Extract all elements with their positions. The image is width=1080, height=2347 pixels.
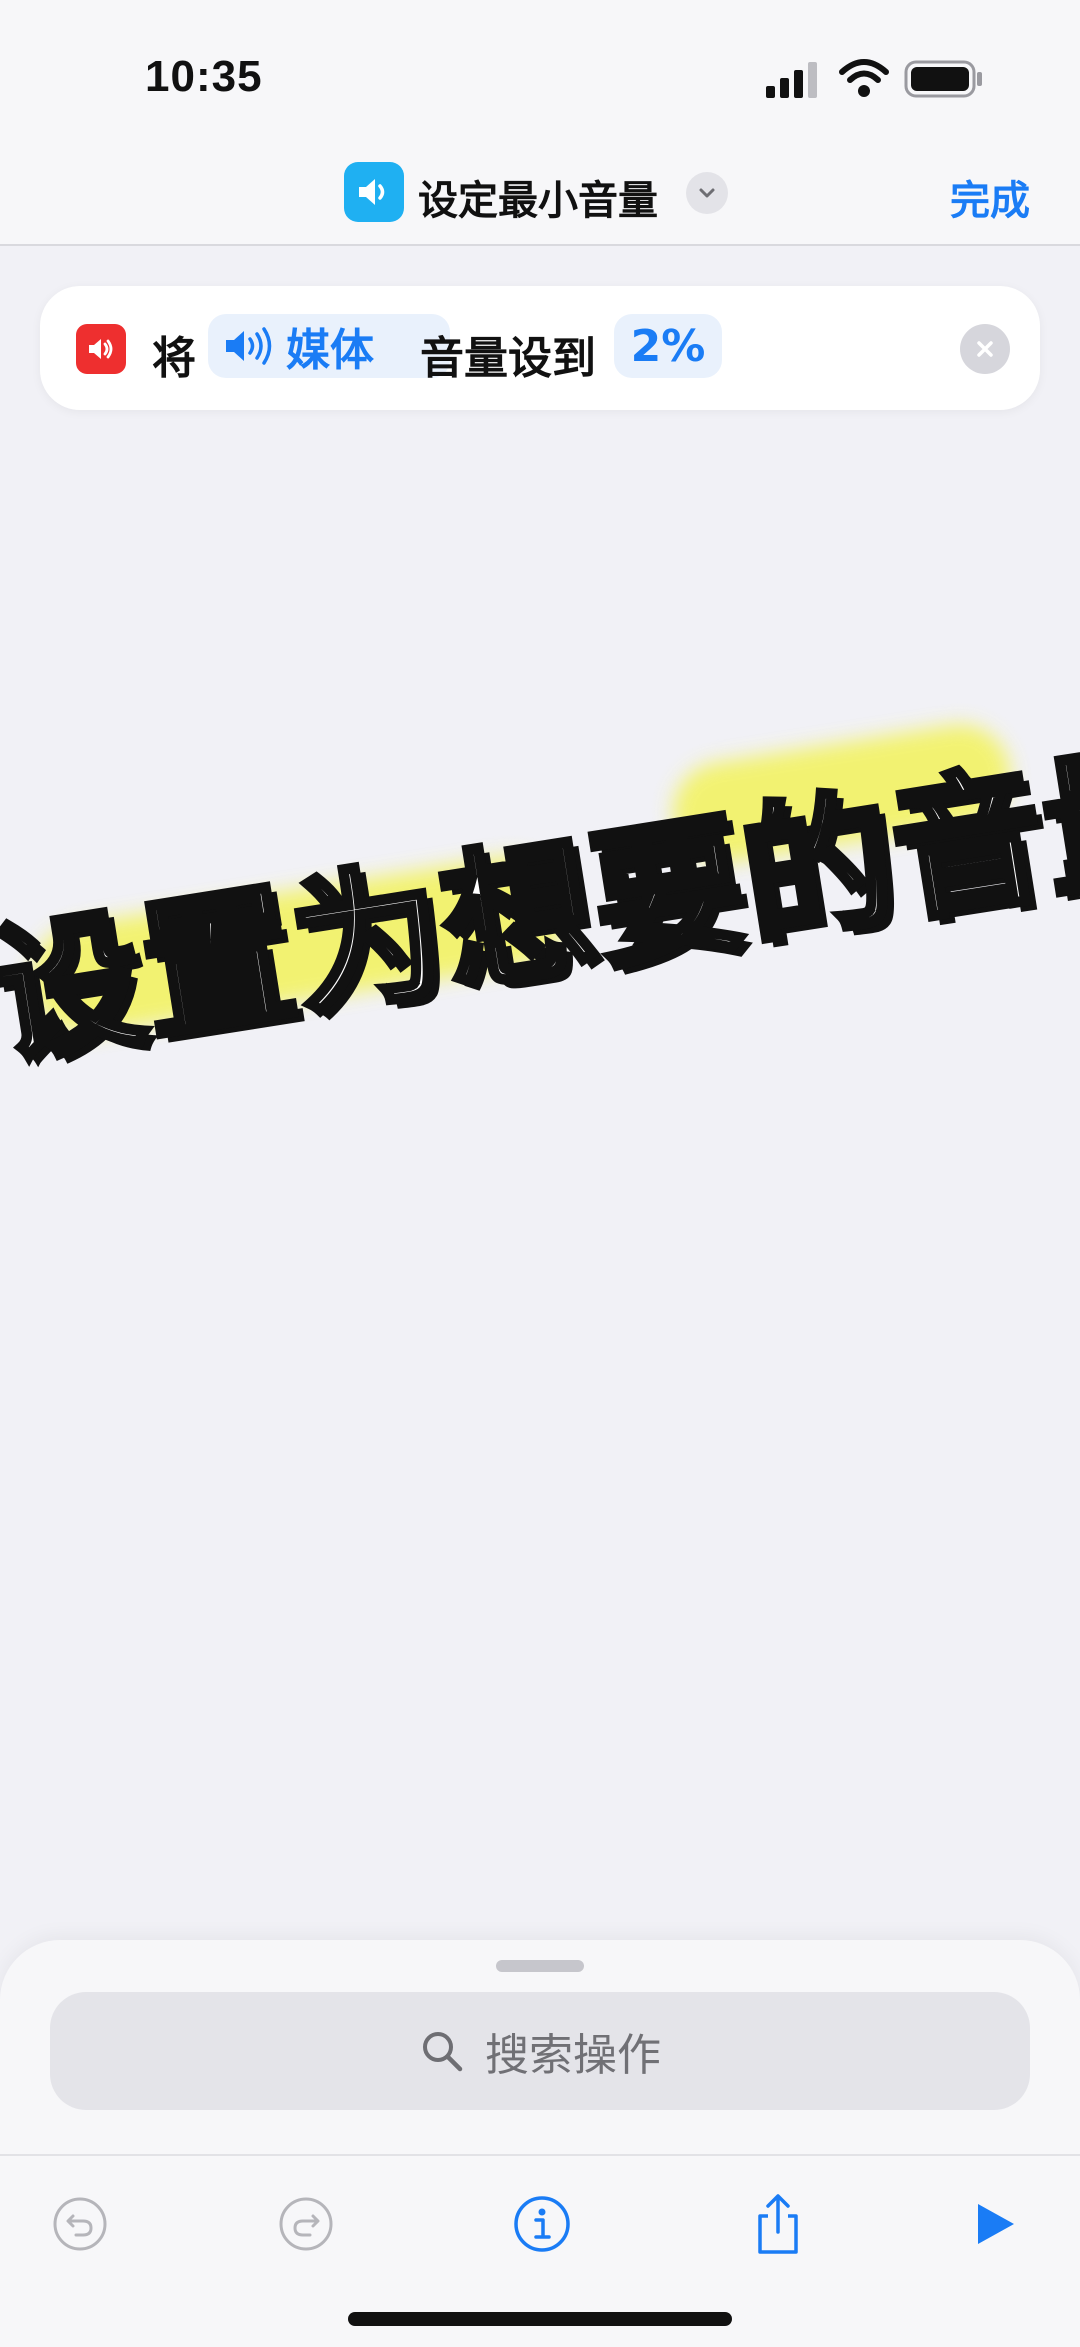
status-time: 10:35	[145, 52, 263, 101]
action-middle-text: 音量设到	[420, 333, 596, 384]
actions-sheet: 搜索操作	[0, 1940, 1080, 2160]
done-button[interactable]: 完成	[950, 168, 1030, 226]
search-icon	[423, 2032, 463, 2072]
caption-overlay: 设置为想要的音量	[0, 702, 1080, 1090]
media-target-pill[interactable]: 媒体	[208, 314, 450, 378]
speaker-wave-icon	[226, 327, 272, 365]
speaker-icon	[76, 324, 126, 374]
action-prefix-text: 将	[152, 333, 196, 384]
battery-icon	[904, 60, 982, 98]
set-volume-action-card[interactable]: 将 媒体 音量设到 2%	[40, 286, 1040, 410]
sheet-grabber[interactable]	[496, 1960, 584, 1972]
speaker-icon	[344, 162, 404, 222]
media-target-label: 媒体	[286, 325, 374, 376]
search-placeholder: 搜索操作	[485, 2030, 661, 2081]
play-icon[interactable]	[954, 2184, 1034, 2264]
chevron-down-icon[interactable]	[686, 172, 728, 214]
navigation-bar: 设定最小音量 完成	[0, 150, 1080, 246]
shortcut-title[interactable]: 设定最小音量	[418, 168, 658, 226]
volume-value-pill[interactable]: 2%	[614, 314, 722, 378]
status-bar: 10:35	[0, 0, 1080, 150]
search-actions-field[interactable]: 搜索操作	[50, 1992, 1030, 2110]
highlight-stroke	[665, 717, 1018, 870]
redo-icon[interactable]	[266, 2184, 346, 2264]
caption-text: 设置为想要的音量	[0, 721, 1080, 1089]
home-indicator	[348, 2312, 732, 2326]
close-icon[interactable]	[960, 324, 1010, 374]
cellular-signal-icon	[766, 62, 817, 98]
wifi-icon	[839, 59, 889, 97]
share-icon[interactable]	[738, 2184, 818, 2264]
highlight-stroke	[23, 848, 574, 1042]
volume-value: 2%	[630, 320, 706, 372]
shortcut-editor-screen: 10:35 设定最小音量 完成 将 媒体 音量设到 2% 设置为想要的音量 搜索…	[0, 0, 1080, 2347]
info-icon[interactable]	[502, 2184, 582, 2264]
undo-icon[interactable]	[40, 2184, 120, 2264]
